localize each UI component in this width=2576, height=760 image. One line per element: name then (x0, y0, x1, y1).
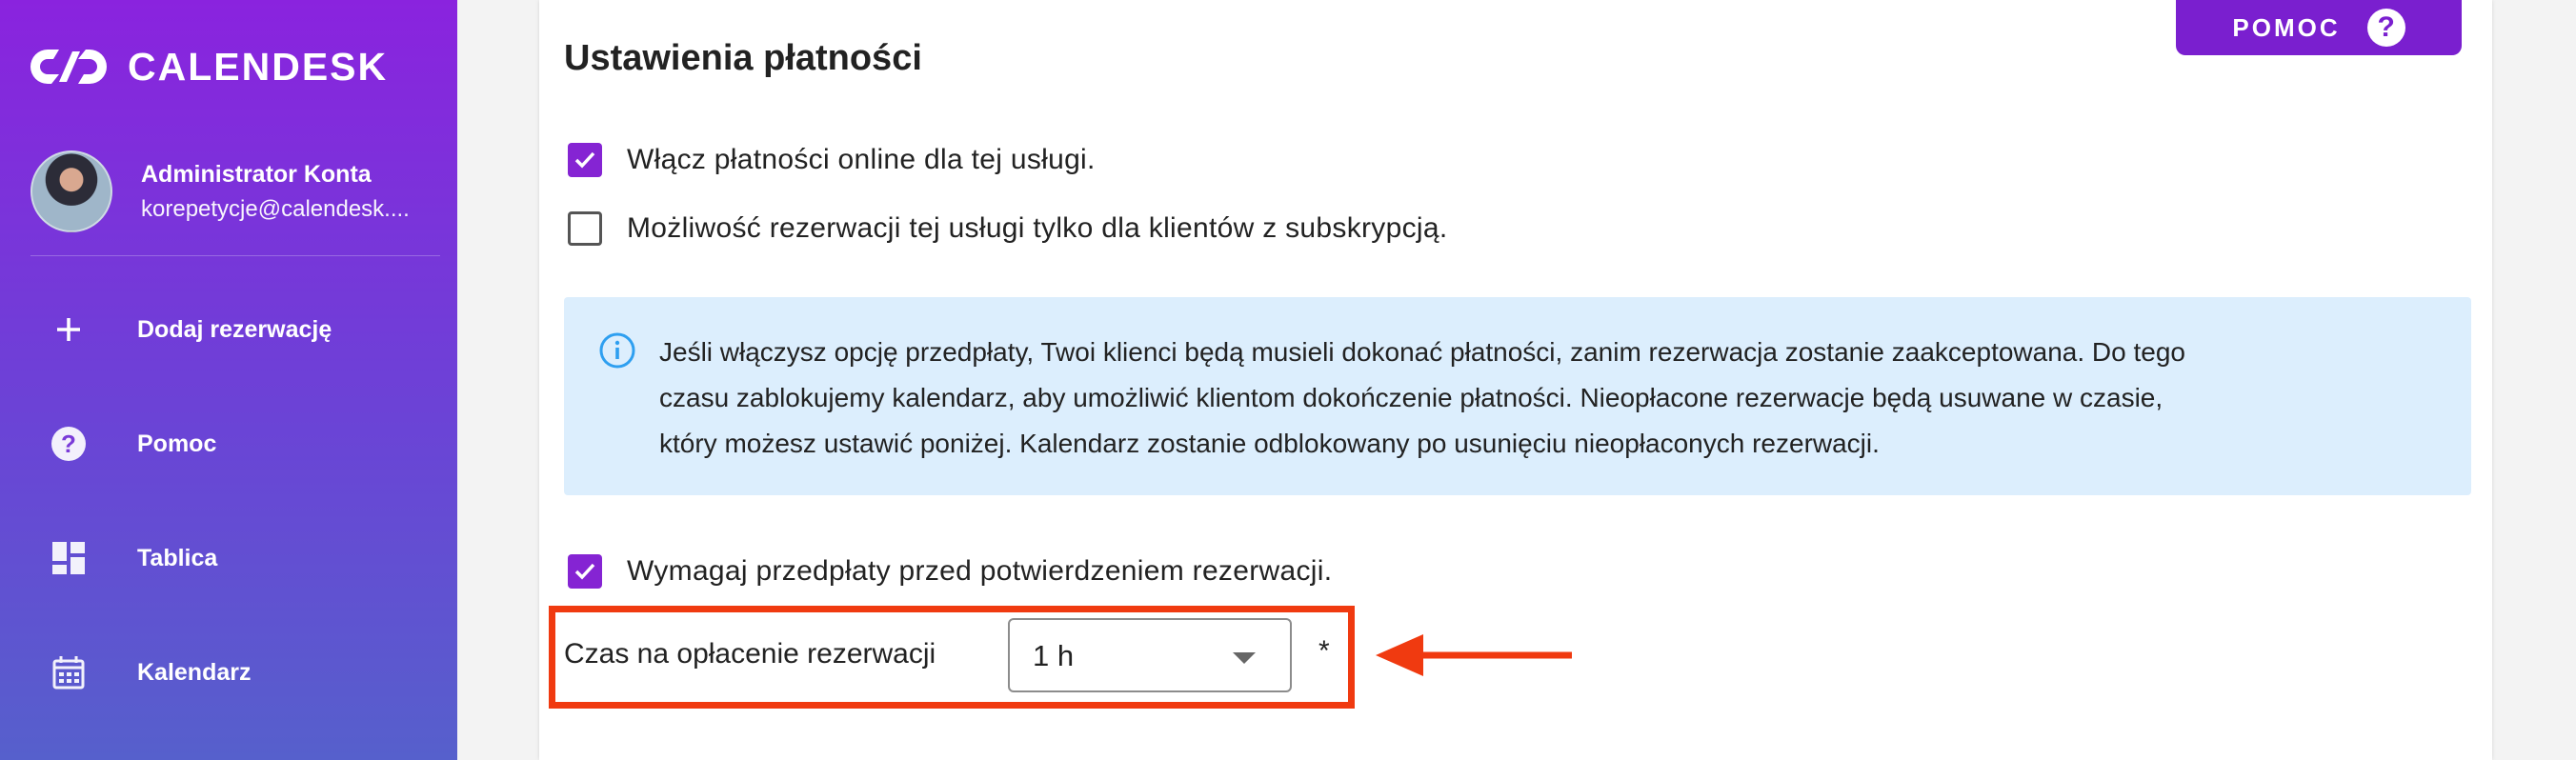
help-button-label: POMOC (2232, 12, 2341, 42)
sidebar-item-label: Tablica (137, 544, 218, 571)
calendar-icon (48, 651, 90, 693)
app-logo[interactable]: CALENDESK (30, 42, 388, 91)
profile-email: korepetycje@calendesk.... (141, 195, 410, 222)
info-text-line: Jeśli włączysz opcję przedpłaty, Twoi kl… (659, 337, 2185, 367)
sidebar-item-dashboard[interactable]: Tablica (0, 520, 457, 596)
annotation-arrow-icon (1376, 634, 1572, 676)
dashboard-icon (48, 537, 90, 579)
section-title: Ustawienia płatności (564, 38, 922, 78)
info-text-line: czasu zablokujemy kalendarz, aby umożliw… (659, 383, 2163, 412)
sidebar-item-help[interactable]: ? Pomoc (0, 406, 457, 482)
sidebar-item-label: Kalendarz (137, 658, 252, 686)
user-profile[interactable]: Administrator Konta korepetycje@calendes… (30, 150, 410, 232)
require-prepayment-option[interactable]: Wymagaj przedpłaty przed potwierdzeniem … (568, 554, 1332, 589)
sidebar-divider (30, 255, 440, 256)
sidebar-item-label: Pomoc (137, 430, 217, 457)
checkbox-checked[interactable] (568, 143, 602, 177)
help-circle-icon: ? (48, 423, 90, 465)
checkbox-unchecked[interactable] (568, 211, 602, 246)
help-circle-icon: ? (2366, 9, 2405, 47)
help-button[interactable]: POMOC ? (2176, 0, 2462, 55)
sidebar-item-add-booking[interactable]: Dodaj rezerwację (0, 291, 457, 368)
svg-text:?: ? (61, 430, 76, 458)
online-payments-option[interactable]: Włącz płatności online dla tej usługi. (568, 143, 1096, 177)
info-alert: Jeśli włączysz opcję przedpłaty, Twoi kl… (564, 297, 2471, 495)
subscription-only-option[interactable]: Możliwość rezerwacji tej usługi tylko dl… (568, 211, 1447, 246)
sidebar-item-calendar[interactable]: Kalendarz (0, 634, 457, 710)
checkbox-label: Włącz płatności online dla tej usługi. (627, 144, 1096, 175)
profile-name: Administrator Konta (141, 160, 372, 188)
annotation-highlight-box (549, 606, 1355, 709)
info-text: Jeśli włączysz opcję przedpłaty, Twoi kl… (659, 330, 2431, 467)
info-icon (599, 332, 635, 369)
info-text-line: który możesz ustawić poniżej. Kalendarz … (659, 429, 1880, 458)
app-name: CALENDESK (128, 44, 389, 89)
checkbox-checked[interactable] (568, 554, 602, 589)
calendesk-logo-icon (30, 50, 107, 84)
avatar[interactable] (30, 150, 112, 232)
sidebar: CALENDESK Administrator Konta korepetycj… (0, 0, 457, 760)
sidebar-item-label: Dodaj rezerwację (137, 315, 332, 343)
plus-icon (48, 309, 90, 350)
checkbox-label: Wymagaj przedpłaty przed potwierdzeniem … (627, 555, 1333, 587)
checkbox-label: Możliwość rezerwacji tej usługi tylko dl… (627, 212, 1448, 244)
